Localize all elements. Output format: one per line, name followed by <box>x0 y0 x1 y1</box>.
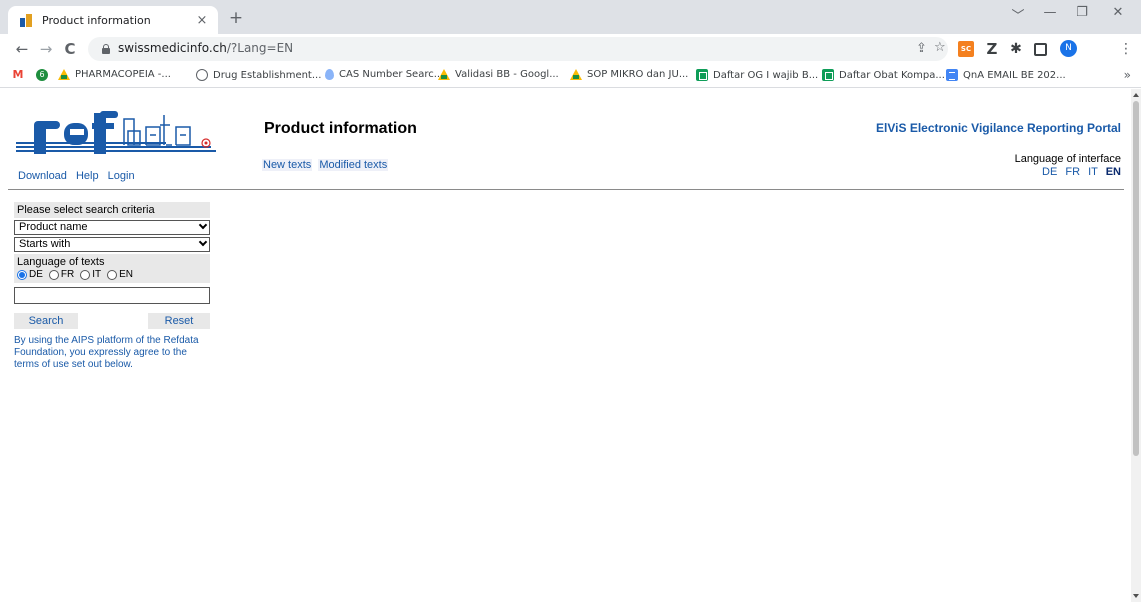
drive-icon <box>58 69 70 80</box>
modified-texts-link[interactable]: Modified texts <box>318 159 389 171</box>
bookmark-item[interactable]: Validasi BB - Googl... <box>438 69 559 80</box>
text-language-block: Language of texts DE FR IT EN <box>14 254 210 283</box>
new-tab-button[interactable]: + <box>226 8 246 28</box>
search-criteria-heading: Please select search criteria <box>14 202 210 218</box>
bookmark-item[interactable]: PHARMACOPEIA -... <box>58 69 171 80</box>
bookmarks-overflow-button[interactable]: » <box>1124 68 1131 82</box>
close-window-button[interactable]: ✕ <box>1108 5 1128 20</box>
bookmark-item[interactable]: SOP MIKRO dan JU... <box>570 69 688 80</box>
criteria-select[interactable]: Product name <box>14 220 210 235</box>
back-button[interactable]: ← <box>12 39 32 59</box>
drive-icon <box>570 69 582 80</box>
tab-title: Product information <box>42 13 151 27</box>
lang-de-link[interactable]: DE <box>1042 166 1057 178</box>
match-select[interactable]: Starts with <box>14 237 210 252</box>
bookmark-item[interactable]: Daftar OG I wajib B... <box>696 69 818 81</box>
login-link[interactable]: Login <box>108 170 135 182</box>
address-url: swissmedicinfo.ch/?Lang=EN <box>118 41 294 55</box>
interface-language-label: Language of interface <box>1014 153 1121 165</box>
reset-button[interactable]: Reset <box>148 313 210 329</box>
browser-tab-strip: Product information × + ﹀ — ❐ ✕ <box>0 0 1141 34</box>
interface-language-switcher: DE FR IT EN <box>1037 166 1121 178</box>
browser-toolbar: ← → C swissmedicinfo.ch/?Lang=EN ⇪ ☆ SC … <box>0 34 1141 64</box>
lang-fr-link[interactable]: FR <box>1065 166 1080 178</box>
new-texts-link[interactable]: New texts <box>262 159 313 171</box>
scroll-up-arrow-icon[interactable] <box>1133 93 1139 97</box>
text-language-radios: DE FR IT EN <box>17 269 207 280</box>
docs-icon <box>946 69 958 81</box>
help-link[interactable]: Help <box>76 170 99 182</box>
chevron-down-icon <box>198 220 208 230</box>
terms-of-use-link[interactable]: By using the AIPS platform of the Refdat… <box>14 335 210 371</box>
header-links: Download Help Login <box>18 170 141 182</box>
radio-en[interactable] <box>107 269 118 280</box>
bookmark-item[interactable]: CAS Number Searc... <box>325 69 443 80</box>
refdata-favicon-icon <box>20 13 34 27</box>
browser-tab[interactable]: Product information × <box>8 6 218 34</box>
browser-menu-icon[interactable]: ⋮ <box>1118 41 1134 57</box>
search-button[interactable]: Search <box>14 313 78 329</box>
minimize-button[interactable]: — <box>1040 5 1060 20</box>
bookmark-item[interactable]: Daftar Obat Kompa... <box>822 69 945 81</box>
bookmarks-bar: M 6 PHARMACOPEIA -... Drug Establishment… <box>0 64 1141 88</box>
radio-de[interactable] <box>17 269 27 280</box>
reload-button[interactable]: C <box>60 39 80 59</box>
drop-icon <box>325 69 334 80</box>
refdata-logo: refdata <box>16 111 216 154</box>
extensions-puzzle-icon[interactable]: ✱ <box>1008 41 1024 57</box>
scrollbar-thumb[interactable] <box>1133 101 1139 456</box>
radio-it[interactable] <box>80 269 91 280</box>
chevron-down-icon <box>198 237 208 247</box>
lock-icon[interactable] <box>102 44 110 54</box>
search-input[interactable] <box>14 287 210 304</box>
page-scrollbar[interactable] <box>1131 89 1141 602</box>
lang-en-link[interactable]: EN <box>1106 166 1121 178</box>
bookmark-item[interactable]: Drug Establishment... <box>196 69 321 81</box>
radio-fr[interactable] <box>48 269 59 280</box>
lang-it-link[interactable]: IT <box>1088 166 1098 178</box>
z-extension-icon[interactable]: Z <box>984 41 1000 57</box>
profile-avatar[interactable]: N <box>1060 40 1077 57</box>
scroll-down-arrow-icon[interactable] <box>1133 594 1139 598</box>
bookmark-item[interactable]: QnA EMAIL BE 202... <box>946 69 1066 81</box>
sheets-icon <box>822 69 834 81</box>
bookmark-star-icon[interactable]: ☆ <box>934 40 946 55</box>
search-buttons: Search Reset <box>14 313 210 329</box>
forward-button[interactable]: → <box>36 39 56 59</box>
page-title: Product information <box>264 120 417 137</box>
elvis-portal-link[interactable]: ElViS Electronic Vigilance Reporting Por… <box>876 121 1121 135</box>
download-link[interactable]: Download <box>18 170 67 182</box>
header-divider <box>8 189 1124 190</box>
sheets-icon <box>696 69 708 81</box>
tab-close-icon[interactable]: × <box>194 13 210 28</box>
gmail-icon: M <box>12 68 24 81</box>
globe-icon <box>196 69 208 81</box>
restore-button[interactable]: ❐ <box>1072 5 1092 20</box>
tab-search-icon[interactable]: ﹀ <box>1008 5 1028 24</box>
drive-icon <box>438 69 450 80</box>
page-content: refdata Download Help Login Product info… <box>0 89 1131 602</box>
sc-extension-icon[interactable]: SC <box>958 41 974 57</box>
search-panel: Please select search criteria Product na… <box>14 202 210 371</box>
address-bar[interactable]: swissmedicinfo.ch/?Lang=EN ⇪ ☆ <box>88 37 948 61</box>
side-panel-icon[interactable] <box>1034 43 1047 56</box>
green-circle-icon: 6 <box>36 69 48 81</box>
text-sublinks: New texts Modified texts <box>262 159 391 171</box>
bookmark-green[interactable]: 6 <box>36 69 53 81</box>
share-icon[interactable]: ⇪ <box>916 41 927 56</box>
text-language-label: Language of texts <box>17 256 105 268</box>
bookmark-gmail[interactable]: M <box>12 69 29 81</box>
